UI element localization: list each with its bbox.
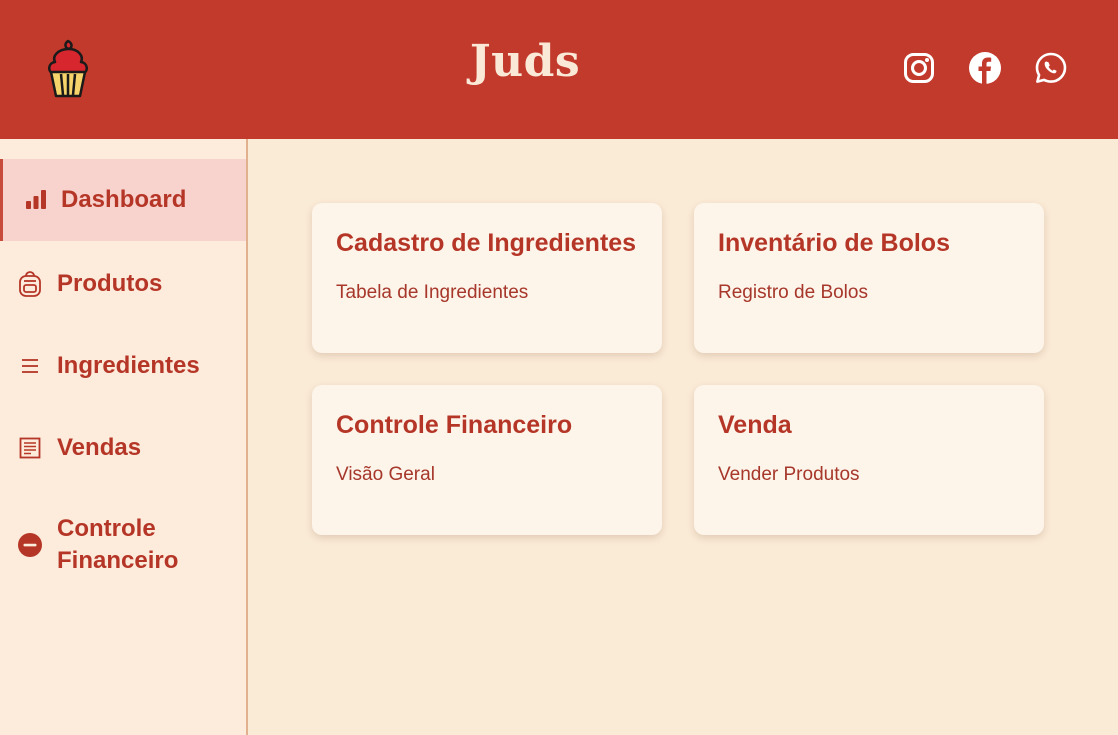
sidebar: Dashboard Produtos Ingredientes Vendas C… <box>0 139 248 735</box>
sidebar-item-label: Controle Financeiro <box>57 515 179 574</box>
sidebar-item-label: Ingredientes <box>57 352 200 379</box>
card-title: Inventário de Bolos <box>718 229 950 257</box>
card-inventario-bolos[interactable]: Inventário de Bolos Registro de Bolos <box>694 203 1044 353</box>
backpack-icon <box>17 271 43 297</box>
sidebar-item-label: Dashboard <box>61 186 187 213</box>
card-venda[interactable]: Venda Vender Produtos <box>694 385 1044 535</box>
sidebar-item-controle-financeiro[interactable]: Controle Financeiro <box>0 497 246 597</box>
sidebar-item-label: Produtos <box>57 270 163 297</box>
card-title: Controle Financeiro <box>336 411 573 439</box>
facebook-icon[interactable] <box>968 51 1002 85</box>
card-subtitle: Visão Geral <box>336 464 435 485</box>
brand-title: Juds <box>469 36 581 87</box>
list-icon <box>17 353 43 379</box>
sidebar-item-vendas[interactable]: Vendas <box>0 407 246 489</box>
dashboard-main: Cadastro de Ingredientes Tabela de Ingre… <box>248 139 1118 735</box>
card-subtitle: Registro de Bolos <box>718 282 868 303</box>
whatsapp-icon[interactable] <box>1034 51 1068 85</box>
card-controle-financeiro[interactable]: Controle Financeiro Visão Geral <box>312 385 662 535</box>
instagram-icon[interactable] <box>902 51 936 85</box>
card-cadastro-ingredientes[interactable]: Cadastro de Ingredientes Tabela de Ingre… <box>312 203 662 353</box>
sidebar-item-ingredientes[interactable]: Ingredientes <box>0 325 246 407</box>
sidebar-item-produtos[interactable]: Produtos <box>0 243 246 325</box>
sidebar-item-label: Vendas <box>57 434 142 461</box>
card-title: Cadastro de Ingredientes <box>336 229 637 257</box>
card-subtitle: Tabela de Ingredientes <box>336 282 529 303</box>
card-title: Venda <box>718 411 792 439</box>
receipt-icon <box>17 435 43 461</box>
card-subtitle: Vender Produtos <box>718 464 860 485</box>
bar-chart-icon <box>23 187 49 213</box>
sidebar-item-dashboard[interactable]: Dashboard <box>0 159 246 241</box>
minus-circle-icon <box>17 532 43 558</box>
app-header: Juds <box>0 0 1118 139</box>
